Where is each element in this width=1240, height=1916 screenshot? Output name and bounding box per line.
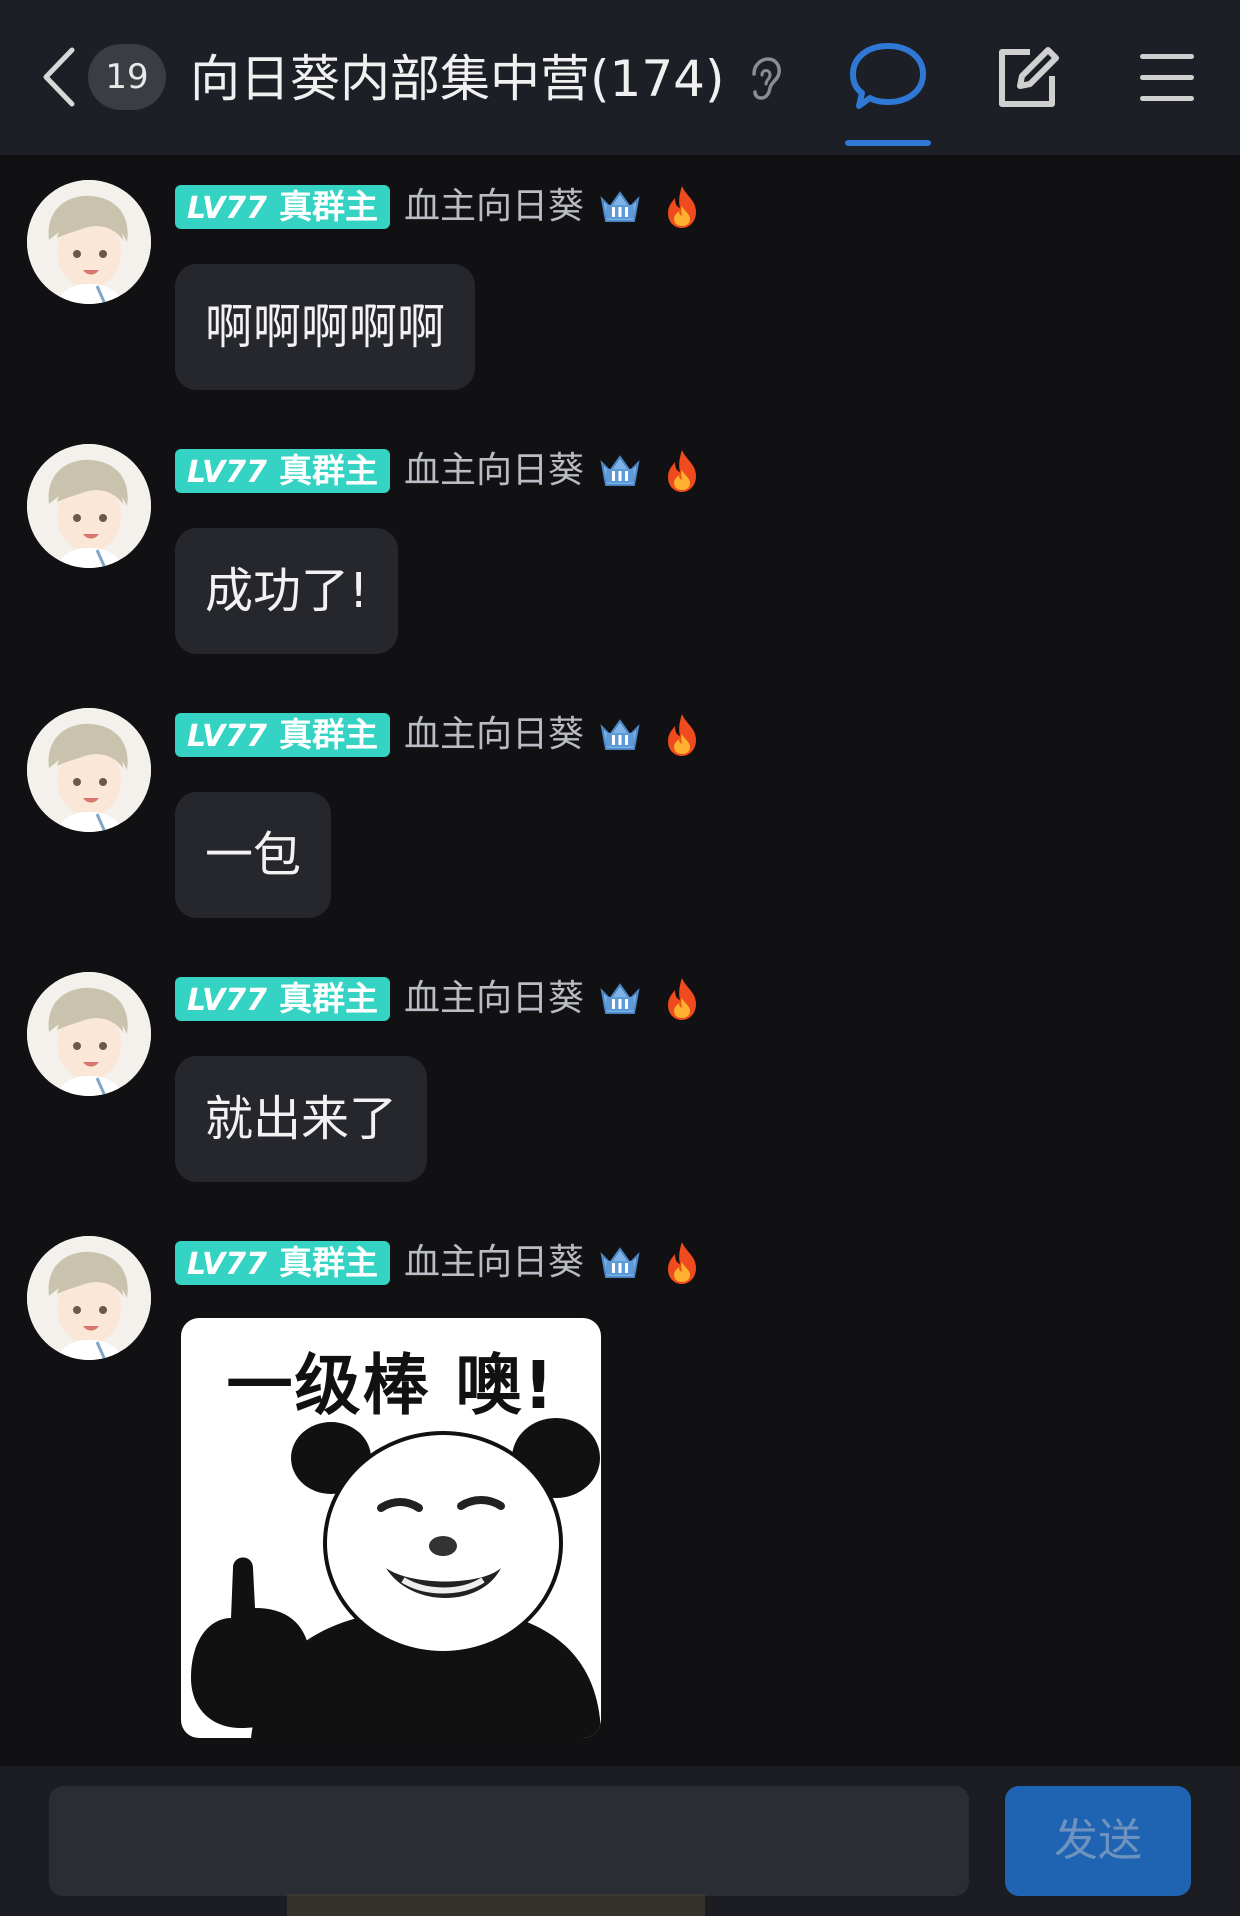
sender-meta: LV77 真群主 血主向日葵 [175, 448, 702, 494]
role-label: 真群主 [278, 1243, 378, 1282]
sticker-image[interactable]: 一级棒 噢! [181, 1318, 601, 1738]
member-title-tag: LV77 真群主 [175, 185, 390, 229]
role-label: 真群主 [278, 979, 378, 1018]
level-label: LV77 [187, 719, 267, 754]
role-label: 真群主 [278, 451, 378, 490]
sender-meta: LV77 真群主 血主向日葵 [175, 712, 702, 758]
level-label: LV77 [187, 983, 267, 1018]
ear-icon[interactable] [746, 56, 782, 102]
role-label: 真群主 [278, 187, 378, 226]
message-bubble[interactable]: 一包 [175, 792, 332, 918]
sender-meta: LV77 真群主 血主向日葵 [175, 184, 702, 230]
role-label: 真群主 [278, 715, 378, 754]
send-button[interactable]: 发送 [1005, 1786, 1191, 1896]
crown-icon [600, 719, 640, 750]
edit-button[interactable] [990, 42, 1062, 114]
level-label: LV77 [187, 1247, 267, 1282]
sender-name[interactable]: 血主向日葵 [404, 1240, 584, 1286]
active-tab-indicator [845, 140, 931, 146]
crown-icon [600, 983, 640, 1014]
chat-bubble-icon [850, 43, 926, 109]
edit-icon [999, 47, 1059, 107]
avatar[interactable] [27, 444, 151, 568]
member-title-tag: LV77 真群主 [175, 977, 390, 1021]
floating-image-peek [287, 1894, 705, 1916]
level-label: LV77 [187, 455, 267, 490]
fire-icon [667, 714, 696, 756]
crown-icon [600, 1247, 640, 1278]
top-bar: 19 向日葵内部集中营(174) [0, 0, 1240, 155]
sender-name[interactable]: 血主向日葵 [404, 712, 584, 758]
message-input[interactable] [49, 1786, 969, 1896]
crown-icon [600, 455, 640, 486]
level-label: LV77 [187, 191, 267, 226]
tab-chat[interactable] [845, 28, 931, 146]
menu-button[interactable] [1138, 50, 1196, 106]
unread-count-badge[interactable]: 19 [88, 44, 166, 110]
sender-name[interactable]: 血主向日葵 [404, 976, 584, 1022]
message-bubble[interactable]: 啊啊啊啊啊 [175, 264, 476, 390]
message-bubble[interactable]: 就出来了 [175, 1056, 428, 1182]
fire-icon [667, 450, 696, 492]
member-title-tag: LV77 真群主 [175, 449, 390, 493]
group-title[interactable]: 向日葵内部集中营(174) [190, 44, 724, 114]
panda-meme-image [191, 1418, 601, 1738]
member-title-tag: LV77 真群主 [175, 1241, 390, 1285]
back-button[interactable] [38, 44, 82, 110]
crown-icon [600, 191, 640, 222]
menu-icon [1140, 54, 1194, 101]
fire-icon [667, 186, 696, 228]
chevron-left-icon [43, 47, 75, 107]
avatar[interactable] [27, 1236, 151, 1360]
sender-name[interactable]: 血主向日葵 [404, 448, 584, 494]
avatar[interactable] [27, 708, 151, 832]
avatar[interactable] [27, 972, 151, 1096]
sender-meta: LV77 真群主 血主向日葵 [175, 1240, 702, 1286]
fire-icon [667, 978, 696, 1020]
message-bubble[interactable]: 成功了! [175, 528, 399, 654]
avatar[interactable] [27, 180, 151, 304]
sender-meta: LV77 真群主 血主向日葵 [175, 976, 702, 1022]
member-title-tag: LV77 真群主 [175, 713, 390, 757]
fire-icon [667, 1242, 696, 1284]
sender-name[interactable]: 血主向日葵 [404, 184, 584, 230]
